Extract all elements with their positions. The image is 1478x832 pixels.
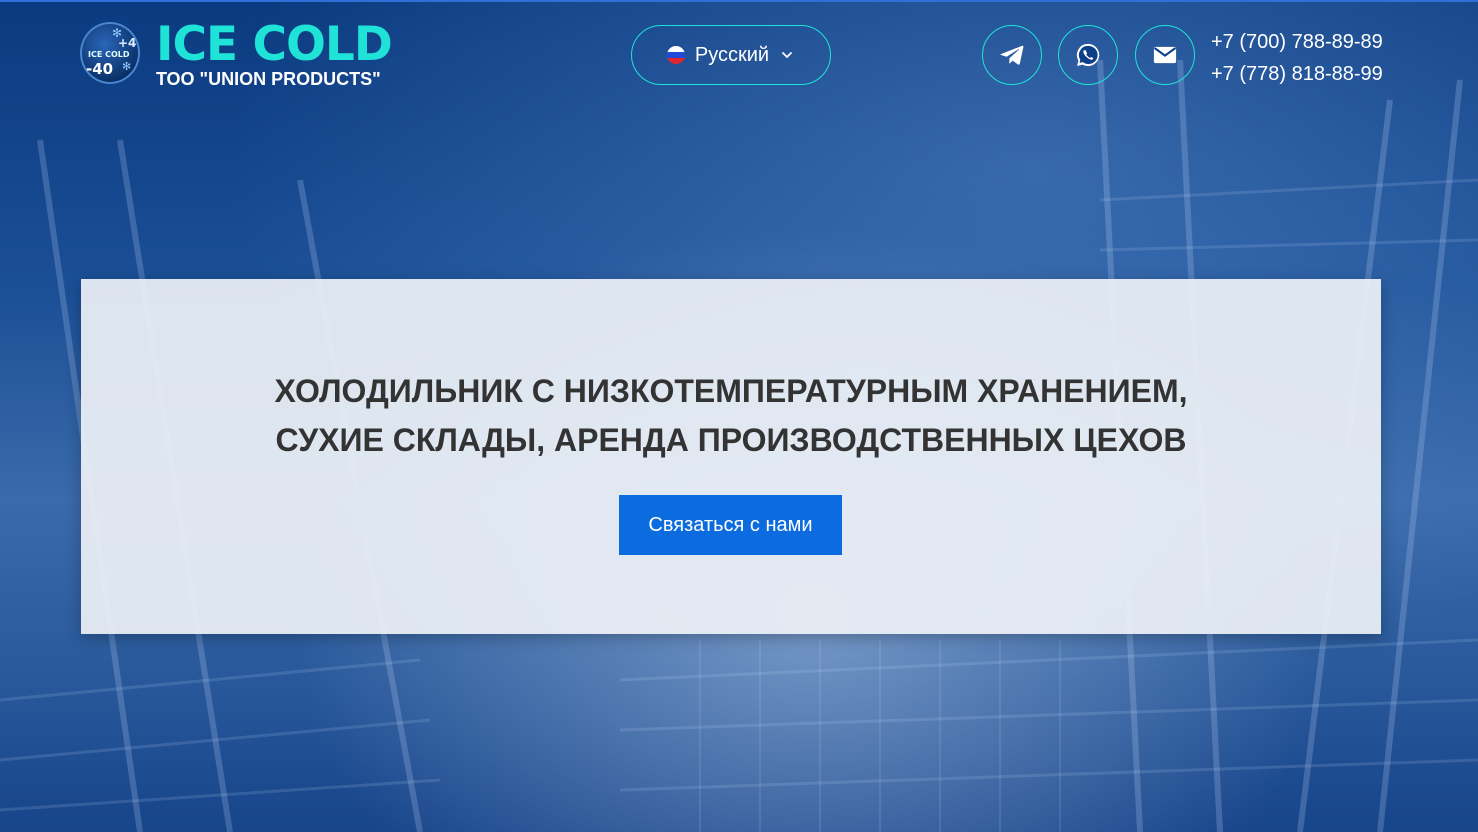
logo-badge-plus: +4: [118, 36, 137, 50]
email-button[interactable]: [1135, 25, 1195, 85]
contact-us-button[interactable]: Связаться с нами: [619, 495, 842, 555]
telegram-button[interactable]: [982, 25, 1042, 85]
whatsapp-button[interactable]: [1058, 25, 1118, 85]
site-header: ✻ +4 ICE COLD -40 ✻ ICE COLD ТОО "UNION …: [0, 0, 1478, 110]
brand-subtitle: ТОО "UNION PRODUCTS": [156, 69, 381, 89]
ru-flag-icon: [666, 46, 685, 64]
logo-link[interactable]: ✻ +4 ICE COLD -40 ✻ ICE COLD ТОО "UNION …: [80, 17, 393, 90]
hero-headline: ХОЛОДИЛЬНИК С НИЗКОТЕМПЕРАТУРНЫМ ХРАНЕНИ…: [81, 367, 1381, 465]
phone-link-1[interactable]: +7 (700) 788-89-89: [1211, 26, 1383, 58]
mail-icon: [1153, 46, 1177, 64]
chevron-down-icon: [782, 52, 793, 59]
language-selector[interactable]: Русский: [631, 25, 831, 85]
logo-badge-name: ICE COLD: [88, 50, 130, 59]
whatsapp-icon: [1076, 43, 1100, 67]
phone-link-2[interactable]: +7 (778) 818-88-99: [1211, 58, 1383, 90]
snowflake-icon: ✻: [122, 61, 132, 73]
phone-list: +7 (700) 788-89-89 +7 (778) 818-88-99: [1211, 26, 1383, 90]
language-label: Русский: [694, 43, 770, 66]
logo-badge-minus: -40: [86, 60, 114, 78]
logo-badge: ✻ +4 ICE COLD -40 ✻: [80, 22, 140, 84]
telegram-icon: [1000, 45, 1024, 65]
headline-line-2: СУХИЕ СКЛАДЫ, АРЕНДА ПРОИЗВОДСТВЕННЫХ ЦЕ…: [275, 422, 1187, 458]
hero-card: ХОЛОДИЛЬНИК С НИЗКОТЕМПЕРАТУРНЫМ ХРАНЕНИ…: [81, 279, 1381, 634]
headline-line-1: ХОЛОДИЛЬНИК С НИЗКОТЕМПЕРАТУРНЫМ ХРАНЕНИ…: [274, 373, 1188, 409]
brand-title: ICE COLD: [156, 17, 393, 72]
